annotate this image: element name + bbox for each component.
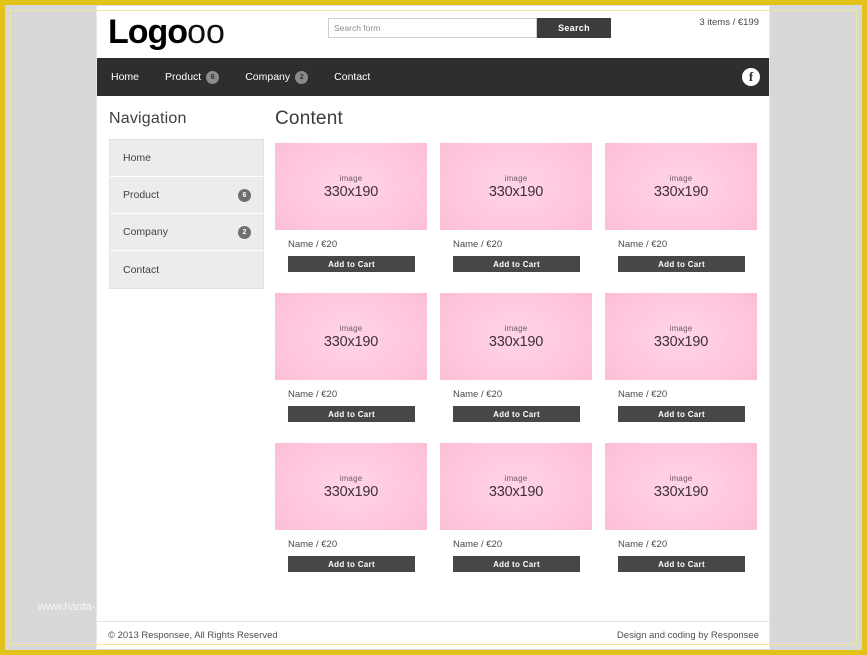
add-to-cart-button[interactable]: Add to Cart xyxy=(453,256,580,272)
product-card: image330x190 Name / €20 Add to Cart xyxy=(605,443,757,572)
sidebar-item-company[interactable]: Company 2 xyxy=(110,214,263,251)
facebook-icon[interactable]: f xyxy=(742,68,760,86)
sidebar-item-label: Product xyxy=(123,189,159,201)
site-header: Logooo Search 3 items / €199 xyxy=(97,6,769,58)
product-name-price: Name / €20 xyxy=(618,239,757,250)
sidebar-item-label: Contact xyxy=(123,264,159,276)
product-name-price: Name / €20 xyxy=(288,539,427,550)
thumbnail-dimensions: 330x190 xyxy=(654,484,708,500)
thumbnail-caption: image xyxy=(340,324,363,334)
product-name-price: Name / €20 xyxy=(453,389,592,400)
topnav-item-badge: 6 xyxy=(206,71,219,84)
site-container: Logooo Search 3 items / €199 Home Produc… xyxy=(96,6,770,649)
body-columns: Navigation Home Product 6 Company 2 Cont… xyxy=(97,96,769,621)
search-input[interactable] xyxy=(328,18,537,38)
thumbnail-dimensions: 330x190 xyxy=(489,334,543,350)
footer-copyright: © 2013 Responsee, All Rights Reserved xyxy=(108,630,278,641)
thumbnail-dimensions: 330x190 xyxy=(489,184,543,200)
sidebar-heading: Navigation xyxy=(109,110,264,128)
thumbnail-dimensions: 330x190 xyxy=(489,484,543,500)
product-name-price: Name / €20 xyxy=(453,239,592,250)
thumbnail-caption: image xyxy=(670,324,693,334)
product-thumbnail[interactable]: image330x190 xyxy=(605,293,757,380)
sidebar-item-home[interactable]: Home xyxy=(110,140,263,177)
add-to-cart-button[interactable]: Add to Cart xyxy=(618,256,745,272)
product-thumbnail[interactable]: image330x190 xyxy=(275,143,427,230)
thumbnail-dimensions: 330x190 xyxy=(324,484,378,500)
add-to-cart-button[interactable]: Add to Cart xyxy=(288,256,415,272)
site-footer: © 2013 Responsee, All Rights Reserved De… xyxy=(97,621,769,649)
thumbnail-dimensions: 330x190 xyxy=(654,334,708,350)
sidebar-item-contact[interactable]: Contact xyxy=(110,251,263,288)
sidebar-item-product[interactable]: Product 6 xyxy=(110,177,263,214)
add-to-cart-button[interactable]: Add to Cart xyxy=(453,556,580,572)
product-thumbnail[interactable]: image330x190 xyxy=(440,143,592,230)
product-name-price: Name / €20 xyxy=(288,239,427,250)
product-name-price: Name / €20 xyxy=(288,389,427,400)
product-thumbnail[interactable]: image330x190 xyxy=(440,293,592,380)
topnav-item-label: Company xyxy=(245,71,290,83)
add-to-cart-button[interactable]: Add to Cart xyxy=(453,406,580,422)
product-card: image330x190 Name / €20 Add to Cart xyxy=(605,293,757,422)
cart-summary[interactable]: 3 items / €199 xyxy=(699,17,759,28)
sidebar-item-label: Company xyxy=(123,226,168,238)
thumbnail-caption: image xyxy=(505,324,528,334)
add-to-cart-button[interactable]: Add to Cart xyxy=(288,556,415,572)
product-card: image330x190 Name / €20 Add to Cart xyxy=(275,293,427,422)
sidebar-nav-list: Home Product 6 Company 2 Contact xyxy=(109,139,264,289)
sidebar-item-badge: 6 xyxy=(238,189,251,202)
product-card: image330x190 Name / €20 Add to Cart xyxy=(275,443,427,572)
sidebar: Navigation Home Product 6 Company 2 Cont… xyxy=(97,96,275,621)
add-to-cart-button[interactable]: Add to Cart xyxy=(618,406,745,422)
search-form: Search xyxy=(328,18,611,38)
add-to-cart-button[interactable]: Add to Cart xyxy=(618,556,745,572)
thumbnail-dimensions: 330x190 xyxy=(654,184,708,200)
topnav-item-company[interactable]: Company 2 xyxy=(232,58,321,96)
main-content: Content image330x190Name / €20Add to Car… xyxy=(275,96,769,621)
thumbnail-caption: image xyxy=(340,474,363,484)
topnav-item-product[interactable]: Product 6 xyxy=(152,58,232,96)
product-thumbnail[interactable]: image330x190 xyxy=(275,293,427,380)
product-thumbnail[interactable]: image330x190 xyxy=(605,143,757,230)
product-name-price: Name / €20 xyxy=(618,389,757,400)
product-card: image330x190 Name / €20 Add to Cart xyxy=(275,143,427,272)
thumbnail-dimensions: 330x190 xyxy=(324,184,378,200)
thumbnail-caption: image xyxy=(505,474,528,484)
top-navigation-bar: Home Product 6 Company 2 Contact f xyxy=(97,58,769,96)
thumbnail-caption: image xyxy=(670,174,693,184)
product-thumbnail[interactable]: image330x190 xyxy=(275,443,427,530)
logo-bold-text: Logo xyxy=(108,13,187,51)
product-thumbnail[interactable]: image330x190 xyxy=(440,443,592,530)
product-name-price: Name / €20 xyxy=(618,539,757,550)
topnav-item-label: Product xyxy=(165,71,201,83)
site-logo[interactable]: Logooo xyxy=(108,13,225,51)
product-card: image330x190 Name / €20 Add to Cart xyxy=(440,143,592,272)
thumbnail-dimensions: 330x190 xyxy=(324,334,378,350)
topnav-item-contact[interactable]: Contact xyxy=(321,58,383,96)
logo-light-text: oo xyxy=(187,13,225,51)
thumbnail-caption: image xyxy=(340,174,363,184)
sidebar-item-badge: 2 xyxy=(238,226,251,239)
topnav-item-badge: 2 xyxy=(295,71,308,84)
search-button[interactable]: Search xyxy=(537,18,611,38)
sidebar-item-label: Home xyxy=(123,152,151,164)
topnav-item-label: Contact xyxy=(334,71,370,83)
page-title: Content xyxy=(275,108,758,130)
thumbnail-caption: image xyxy=(505,174,528,184)
topnav-item-home[interactable]: Home xyxy=(97,58,152,96)
footer-credit[interactable]: Design and coding by Responsee xyxy=(617,630,759,641)
product-grid: image330x190Name / €20Add to Cartimage33… xyxy=(275,143,758,572)
topnav-item-label: Home xyxy=(111,71,139,83)
product-card: image330x190 Name / €20 Add to Cart xyxy=(605,143,757,272)
product-card: image330x190 Name / €20 Add to Cart xyxy=(440,293,592,422)
product-name-price: Name / €20 xyxy=(453,539,592,550)
thumbnail-caption: image xyxy=(670,474,693,484)
add-to-cart-button[interactable]: Add to Cart xyxy=(288,406,415,422)
product-thumbnail[interactable]: image330x190 xyxy=(605,443,757,530)
product-card: image330x190 Name / €20 Add to Cart xyxy=(440,443,592,572)
